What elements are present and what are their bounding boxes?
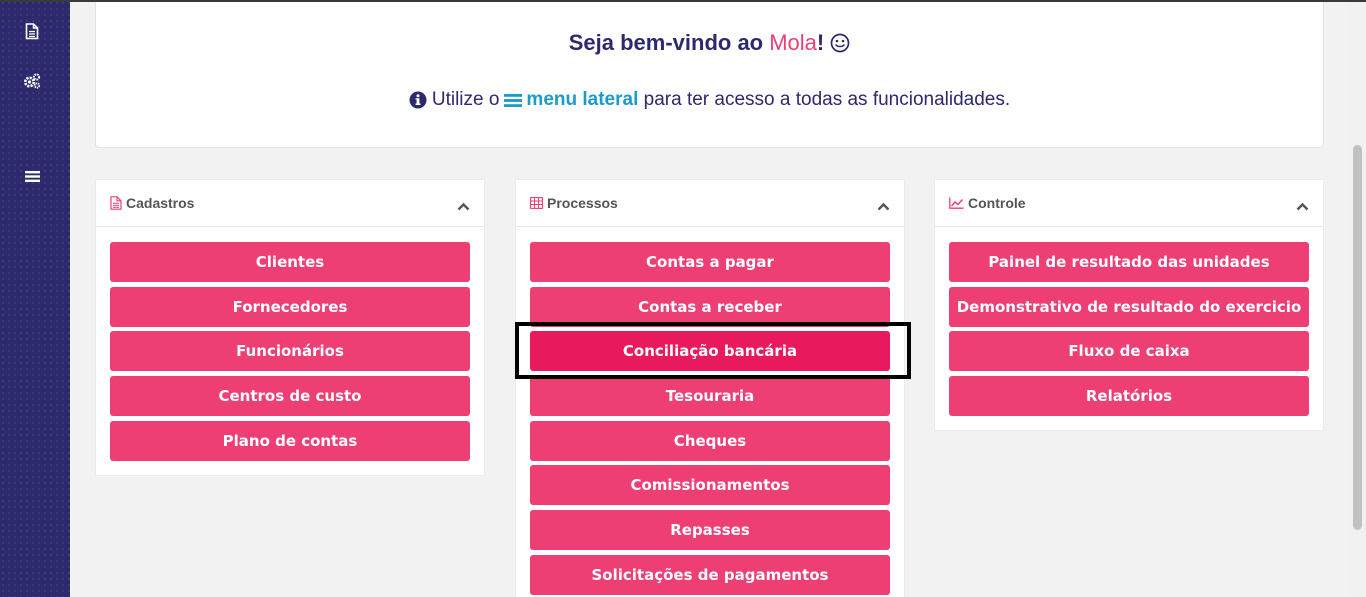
sidebar [0, 0, 70, 597]
conciliacao-bancaria-button[interactable]: Conciliação bancária [530, 331, 890, 372]
fluxo-de-caixa-button[interactable]: Fluxo de caixa [949, 331, 1309, 372]
controle-title: Controle [968, 195, 1026, 211]
smiley-icon [830, 33, 850, 53]
processos-card: Processos Contas a pagar Contas a recebe… [515, 179, 905, 597]
welcome-subtitle: Utilize o menu lateral para ter acesso a… [96, 89, 1323, 111]
relatorios-button[interactable]: Relatórios [949, 376, 1309, 417]
welcome-title-suffix: ! [816, 30, 825, 55]
repasses-button[interactable]: Repasses [530, 510, 890, 551]
processos-title: Processos [547, 195, 618, 211]
controle-card: Controle Painel de resultado das unidade… [934, 179, 1324, 432]
plano-de-contas-button[interactable]: Plano de contas [110, 420, 470, 461]
processos-buttons: Contas a pagar Contas a receber Concilia… [516, 227, 904, 597]
welcome-title-prefix: Seja bem-vindo ao [568, 30, 770, 55]
controle-buttons: Painel de resultado das unidades Demonst… [935, 227, 1323, 430]
cadastros-buttons: Clientes Fornecedores Funcionários Centr… [96, 227, 484, 475]
clientes-button[interactable]: Clientes [110, 242, 470, 282]
chevron-up-icon[interactable] [457, 198, 470, 216]
brand-name: Mola [769, 30, 817, 55]
funcionarios-button[interactable]: Funcionários [110, 331, 470, 372]
chevron-up-icon[interactable] [877, 198, 890, 216]
painel-de-resultado-button[interactable]: Painel de resultado das unidades [949, 242, 1309, 282]
vertical-scrollbar[interactable] [1349, 0, 1366, 597]
processos-header[interactable]: Processos [516, 180, 904, 227]
scrollbar-thumb[interactable] [1353, 145, 1362, 530]
window-top-border [0, 0, 1366, 2]
welcome-title: Seja bem-vindo ao Mola! [96, 30, 1323, 56]
cadastros-title: Cadastros [126, 195, 195, 211]
info-icon [409, 91, 427, 109]
table-icon [530, 197, 543, 209]
cadastros-header[interactable]: Cadastros [96, 180, 484, 227]
document-icon [110, 196, 122, 210]
contas-a-receber-button[interactable]: Contas a receber [530, 286, 890, 327]
demonstrativo-de-resultado-button[interactable]: Demonstrativo de resultado do exercicio [949, 286, 1309, 327]
welcome-panel: Seja bem-vindo ao Mola! Utilize o menu l… [95, 0, 1324, 148]
contas-a-pagar-button[interactable]: Contas a pagar [530, 242, 890, 282]
comissionamentos-button[interactable]: Comissionamentos [530, 465, 890, 506]
tesouraria-button[interactable]: Tesouraria [530, 376, 890, 417]
centros-de-custo-button[interactable]: Centros de custo [110, 376, 470, 417]
subtitle-suffix: para ter acesso a todas as funcionalidad… [638, 89, 1011, 110]
cadastros-card: Cadastros Clientes Fornecedores Funcioná… [95, 179, 485, 476]
document-icon[interactable] [23, 22, 41, 40]
line-chart-icon [949, 197, 964, 209]
cogs-icon[interactable] [23, 72, 41, 90]
menu-lines-icon [504, 93, 523, 108]
chevron-up-icon[interactable] [1296, 198, 1309, 216]
subtitle-prefix: Utilize o [431, 89, 500, 110]
controle-header[interactable]: Controle [935, 180, 1323, 227]
hamburger-menu-icon[interactable] [23, 167, 41, 185]
menu-lateral-link[interactable]: menu lateral [526, 89, 638, 111]
cheques-button[interactable]: Cheques [530, 420, 890, 461]
solicitacoes-de-pagamentos-button[interactable]: Solicitações de pagamentos [530, 554, 890, 595]
fornecedores-button[interactable]: Fornecedores [110, 286, 470, 327]
